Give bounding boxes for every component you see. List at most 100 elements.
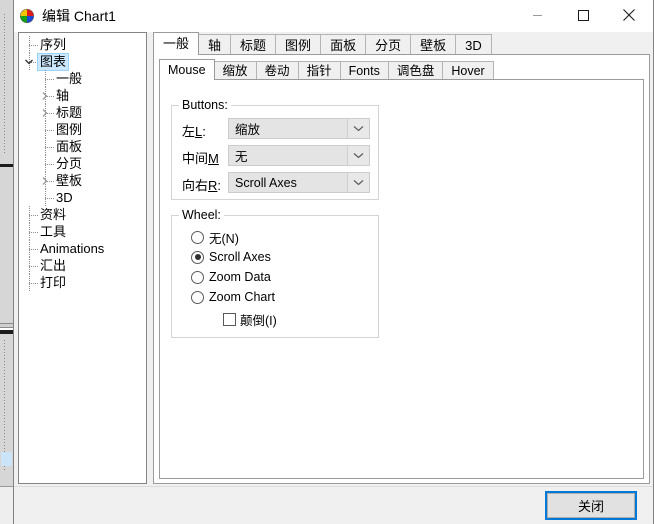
tree-item-4[interactable]: 标题 bbox=[19, 104, 146, 121]
inner-tab-5[interactable]: 调色盘 bbox=[387, 61, 444, 80]
chevron-right-icon[interactable] bbox=[40, 108, 50, 118]
outer-tab-5[interactable]: 分页 bbox=[365, 34, 412, 55]
background-divider-2 bbox=[0, 323, 13, 328]
tree-item-1[interactable]: 图表 bbox=[19, 52, 146, 71]
navigation-tree-panel[interactable]: 序列 图表 一般轴标题 图例 面板 分页 壁板 3D 资料 工具 Animations 汇出 打印 bbox=[18, 32, 147, 484]
tree-item-9[interactable]: 3D bbox=[19, 189, 146, 206]
inner-tab-2[interactable]: 卷动 bbox=[255, 61, 299, 80]
tree-item-7[interactable]: 分页 bbox=[19, 155, 146, 172]
invert-checkbox[interactable] bbox=[223, 312, 236, 326]
wheel-option-zoom-chart[interactable]: Zoom Chart bbox=[191, 287, 275, 307]
right-button-accel: R bbox=[208, 177, 218, 193]
tree-item-label: 轴 bbox=[56, 87, 70, 103]
chevron-down-icon[interactable] bbox=[347, 119, 369, 138]
wheel-option-zoom-data[interactable]: Zoom Data bbox=[191, 267, 271, 287]
inner-tab-6[interactable]: Hover bbox=[442, 61, 494, 80]
inner-tab-3[interactable]: 指针 bbox=[297, 61, 341, 80]
left-button-label-suffix: : bbox=[202, 123, 206, 139]
maximize-button[interactable] bbox=[560, 0, 606, 30]
wheel-option-none-label: 无(N) bbox=[209, 231, 239, 246]
inner-tab-bar[interactable]: Mouse 缩放 卷动 指针 Fonts 调色盘 Hover bbox=[159, 59, 644, 80]
middle-button-label-row: 中间M bbox=[182, 146, 219, 168]
tree-item-label: 图例 bbox=[56, 121, 83, 137]
wheel-option-none[interactable]: 无(N) bbox=[191, 227, 239, 247]
edit-chart-dialog: 编辑 Chart1 序列 图表 一般轴标题 图例 面板 分页 壁板 3D 资料 工具 Anim bbox=[13, 0, 654, 524]
tree-item-0[interactable]: 序列 bbox=[19, 36, 146, 53]
left-button-combo-value: 缩放 bbox=[235, 123, 261, 137]
wheel-group: Wheel: 无(N) Scroll Axes Zoom Data Zoom C… bbox=[171, 208, 379, 338]
tree-item-13[interactable]: 汇出 bbox=[19, 257, 146, 274]
buttons-group-title: Buttons: bbox=[179, 98, 231, 112]
tree-item-12[interactable]: Animations bbox=[19, 240, 146, 257]
outer-tab-0[interactable]: 一般 bbox=[153, 32, 200, 55]
maximize-icon bbox=[577, 9, 589, 21]
tree-item-2[interactable]: 一般 bbox=[19, 70, 146, 87]
wheel-group-title: Wheel: bbox=[179, 208, 224, 222]
wheel-option-scroll-axes-label: Scroll Axes bbox=[209, 250, 271, 264]
tree-item-label: 一般 bbox=[56, 70, 83, 86]
outer-tab-1[interactable]: 轴 bbox=[198, 34, 232, 55]
tree-item-3[interactable]: 轴 bbox=[19, 87, 146, 104]
radio-indicator[interactable] bbox=[191, 270, 204, 284]
chevron-right-icon[interactable] bbox=[40, 176, 50, 186]
inner-tab-4[interactable]: Fonts bbox=[339, 61, 389, 80]
buttons-group: Buttons: 左L: 缩放 中间M 无 向右R: Scroll Axes bbox=[171, 98, 379, 200]
minimize-button[interactable] bbox=[514, 0, 560, 30]
inner-tab-filler bbox=[492, 61, 644, 80]
tree-item-8[interactable]: 壁板 bbox=[19, 172, 146, 189]
tree-item-6[interactable]: 面板 bbox=[19, 138, 146, 155]
tree-item-label: 分页 bbox=[56, 155, 83, 171]
middle-button-combo[interactable]: 无 bbox=[228, 145, 370, 166]
tree-item-label: 3D bbox=[56, 189, 73, 205]
outer-tab-7[interactable]: 3D bbox=[455, 34, 492, 55]
chevron-right-icon[interactable] bbox=[40, 91, 50, 101]
tree-item-label: Animations bbox=[40, 240, 105, 256]
radio-indicator[interactable] bbox=[191, 230, 204, 244]
left-button-label-row: 左L: bbox=[182, 119, 206, 141]
background-panel-mid bbox=[0, 167, 14, 323]
settings-page: 一般轴标题 图例 面板 分页 壁板 3D Mouse 缩放 卷动 指针 Fonts 调色盘 Hover… bbox=[153, 32, 650, 484]
outer-tab-bar[interactable]: 一般轴标题 图例 面板 分页 壁板 3D bbox=[153, 32, 650, 55]
chevron-down-icon[interactable] bbox=[347, 146, 369, 165]
right-button-combo-value: Scroll Axes bbox=[235, 175, 297, 190]
mouse-tab-content: Buttons: 左L: 缩放 中间M 无 向右R: Scroll Axes W… bbox=[159, 79, 644, 479]
wheel-option-scroll-axes[interactable]: Scroll Axes bbox=[191, 247, 271, 267]
outer-tab-3[interactable]: 图例 bbox=[275, 34, 322, 55]
outer-tab-2[interactable]: 标题 bbox=[230, 34, 277, 55]
left-button-label-text: 左 bbox=[182, 123, 196, 139]
dialog-footer: 关闭 bbox=[14, 486, 653, 524]
left-button-label: 左L: bbox=[182, 121, 206, 140]
minimize-icon bbox=[532, 14, 542, 16]
chevron-down-icon[interactable] bbox=[347, 173, 369, 192]
left-button-combo[interactable]: 缩放 bbox=[228, 118, 370, 139]
close-button[interactable]: 关闭 bbox=[545, 491, 637, 520]
background-tree-lines-2 bbox=[2, 340, 9, 470]
middle-button-accel: M bbox=[208, 150, 219, 166]
middle-button-label: 中间M bbox=[182, 148, 219, 167]
tree-item-5[interactable]: 图例 bbox=[19, 121, 146, 138]
invert-checkbox-row[interactable]: 颠倒(I) bbox=[223, 309, 277, 329]
navigation-tree[interactable]: 序列 图表 一般轴标题 图例 面板 分页 壁板 3D 资料 工具 Animations 汇出 打印 bbox=[19, 36, 146, 291]
screen: 编辑 Chart1 序列 图表 一般轴标题 图例 面板 分页 壁板 3D 资料 工具 Anim bbox=[0, 0, 654, 524]
wheel-option-zoom-chart-label: Zoom Chart bbox=[209, 290, 275, 304]
inner-tab-0[interactable]: Mouse bbox=[159, 59, 215, 80]
tree-item-10[interactable]: 资料 bbox=[19, 206, 146, 223]
title-bar: 编辑 Chart1 bbox=[14, 0, 653, 32]
right-button-label-suffix: : bbox=[217, 177, 222, 193]
radio-indicator[interactable] bbox=[191, 290, 204, 304]
close-window-button[interactable] bbox=[606, 0, 652, 30]
background-footer bbox=[0, 486, 14, 524]
chevron-down-icon[interactable] bbox=[24, 57, 34, 67]
wheel-option-zoom-data-label: Zoom Data bbox=[209, 270, 271, 284]
background-tree-lines bbox=[2, 14, 9, 154]
tree-item-label: 面板 bbox=[56, 138, 83, 154]
inner-tab-1[interactable]: 缩放 bbox=[213, 61, 257, 80]
outer-tab-6[interactable]: 壁板 bbox=[410, 34, 457, 55]
outer-tab-4[interactable]: 面板 bbox=[320, 34, 367, 55]
tree-item-11[interactable]: 工具 bbox=[19, 223, 146, 240]
outer-tab-content: Mouse 缩放 卷动 指针 Fonts 调色盘 Hover Buttons: 左L: 缩放 bbox=[153, 54, 650, 484]
right-button-combo[interactable]: Scroll Axes bbox=[228, 172, 370, 193]
close-icon bbox=[623, 9, 635, 21]
radio-indicator[interactable] bbox=[191, 250, 204, 264]
tree-item-14[interactable]: 打印 bbox=[19, 274, 146, 291]
